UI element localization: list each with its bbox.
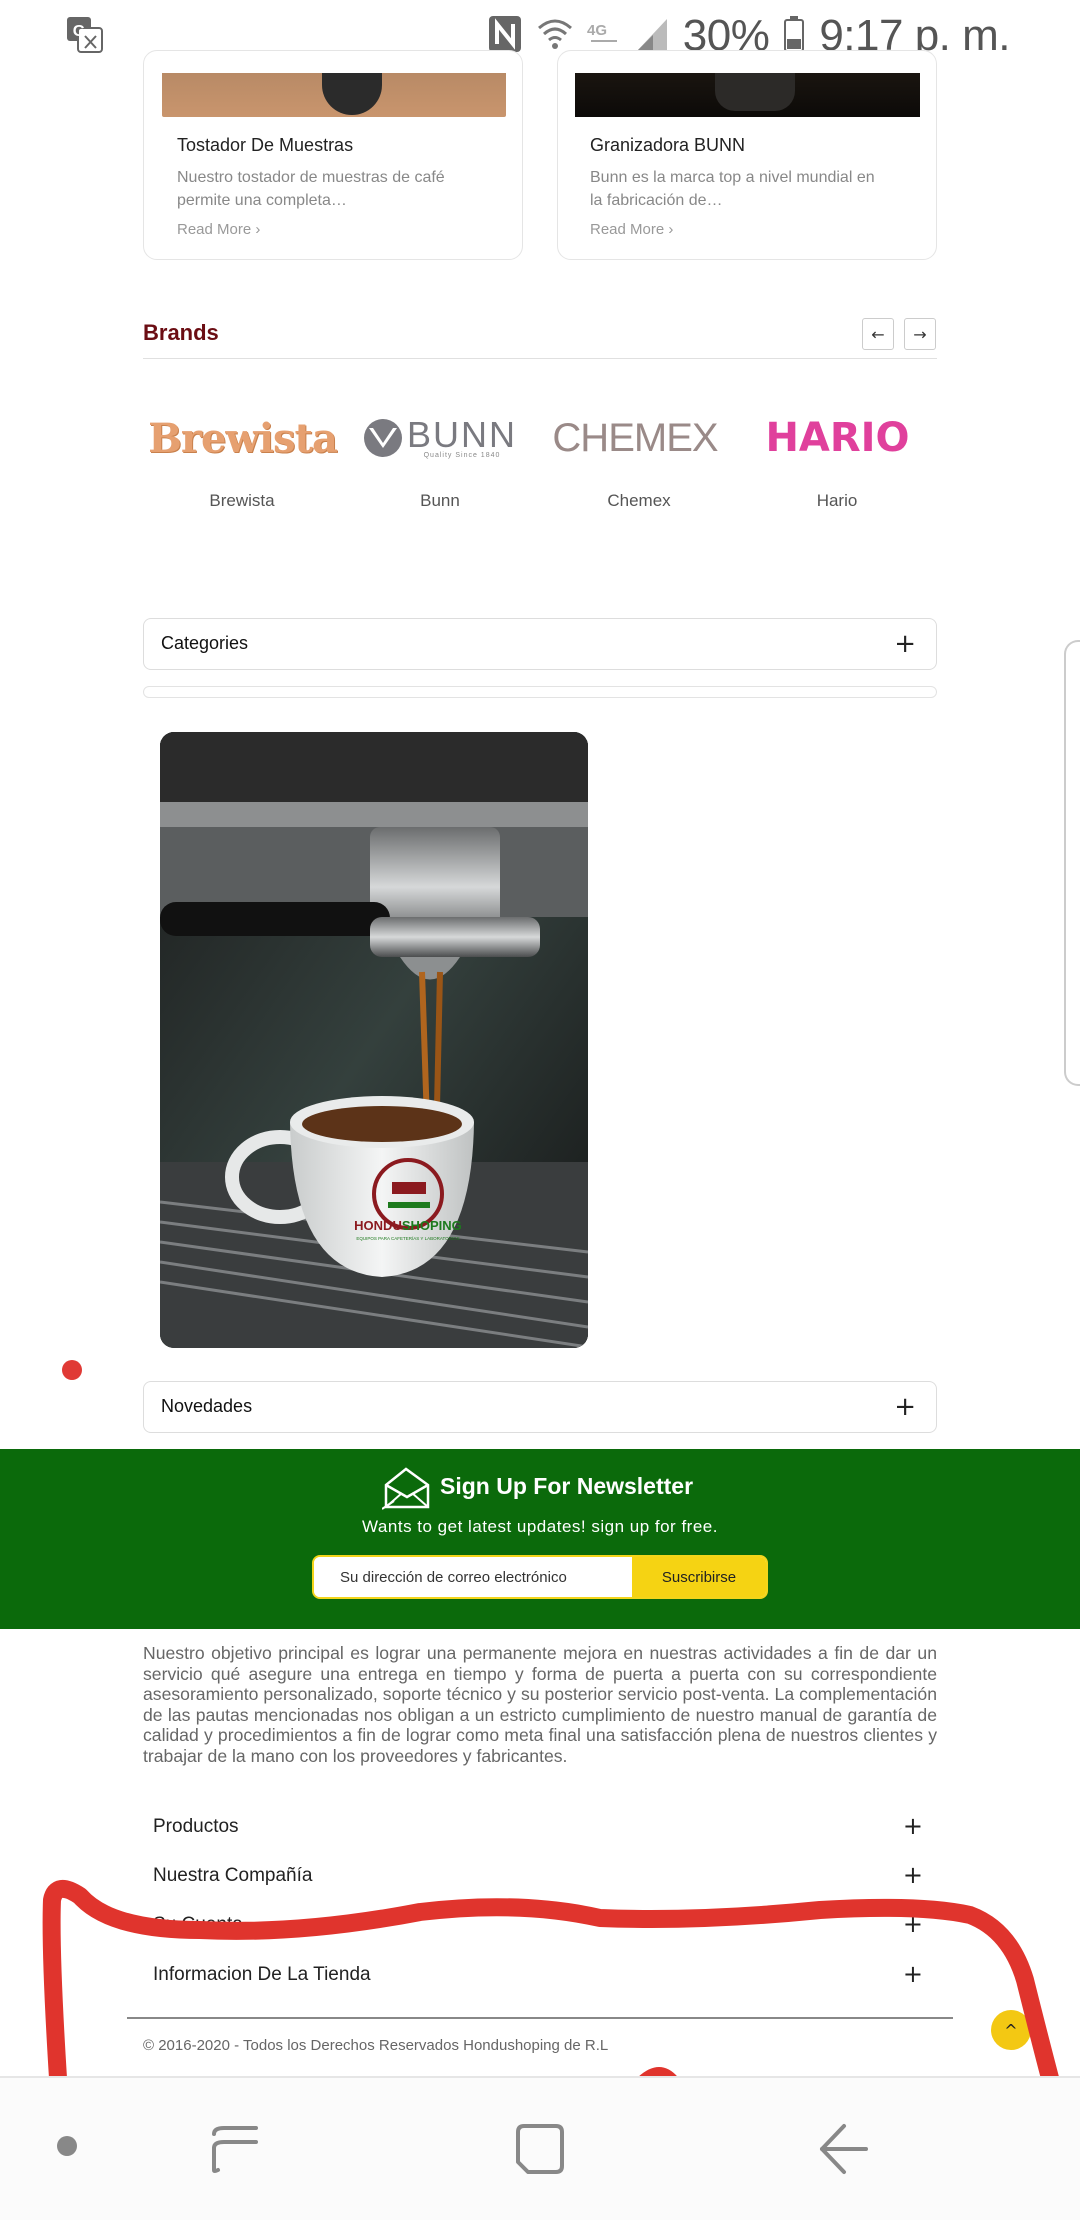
- newsletter-section: Sign Up For Newsletter Wants to get late…: [0, 1449, 1080, 1629]
- brand-logo-text: CHEMEX: [552, 415, 718, 460]
- newsletter-subtitle: Wants to get latest updates! sign up for…: [362, 1517, 718, 1536]
- brand-name[interactable]: Bunn: [355, 491, 525, 511]
- brand-name[interactable]: Chemex: [554, 491, 724, 511]
- espresso-machine-photo: HONDUSHOPING EQUIPOS PARA CAFETERÍAS Y L…: [160, 732, 588, 1348]
- newsletter-title: Sign Up For Newsletter: [440, 1473, 694, 1499]
- card-title[interactable]: Granizadora BUNN: [590, 135, 745, 156]
- home-icon[interactable]: [514, 2122, 566, 2180]
- edge-panel-handle[interactable]: [1064, 640, 1080, 1086]
- brand-logo-tagline: Quality Since 1840: [423, 451, 501, 459]
- brand-logo-chemex[interactable]: CHEMEX: [550, 408, 720, 468]
- recents-icon[interactable]: [210, 2124, 260, 2178]
- accordion-label: Categories: [161, 633, 249, 653]
- read-more-link[interactable]: Read More ›: [177, 221, 260, 238]
- lte-icon: 4G: [587, 19, 621, 54]
- card-description-line: la fabricación de…: [590, 192, 723, 209]
- nav-dot-icon[interactable]: [57, 2136, 77, 2156]
- brand-logo-text: HARIO: [765, 415, 910, 461]
- footer-item-label: Productos: [153, 1816, 239, 1837]
- svg-text:G: G: [73, 23, 85, 40]
- card-description: Bunn es la marca top a nivel mundial en …: [590, 166, 925, 212]
- read-more-link[interactable]: Read More ›: [590, 221, 673, 238]
- subscribe-button[interactable]: Suscribirse: [632, 1557, 766, 1597]
- red-annotation-scribble: [42, 1880, 1059, 2087]
- translate-icon: G: [66, 16, 104, 54]
- back-icon[interactable]: [816, 2122, 872, 2180]
- card-description-line: Nuestro tostador de muestras de café: [177, 169, 445, 186]
- envelope-icon: [381, 1465, 432, 1515]
- footer-item-productos[interactable]: Productos +: [153, 1810, 933, 1850]
- plus-icon[interactable]: +: [894, 629, 916, 659]
- article-card[interactable]: Granizadora BUNN Bunn es la marca top a …: [557, 50, 937, 260]
- card-description-line: permite una completa…: [177, 192, 347, 209]
- email-input[interactable]: [314, 1557, 634, 1597]
- brands-next-button[interactable]: →: [904, 318, 936, 350]
- brand-name[interactable]: Brewista: [157, 491, 327, 511]
- brands-heading: Brands: [143, 320, 219, 345]
- card-image: [162, 73, 506, 117]
- divider: [143, 686, 937, 698]
- svg-text:HONDUSHOPING: HONDUSHOPING: [354, 1218, 462, 1233]
- svg-text:4G: 4G: [587, 22, 607, 39]
- brand-name[interactable]: Hario: [752, 491, 922, 511]
- divider: [143, 358, 937, 359]
- bunn-logo-mark: [363, 419, 402, 457]
- brand-logo-text: BUNN: [406, 413, 517, 455]
- novedades-accordion[interactable]: Novedades +: [143, 1381, 937, 1433]
- brand-logo-hario[interactable]: HARIO: [750, 408, 925, 468]
- newsletter-form: Suscribirse: [312, 1555, 768, 1599]
- categories-accordion[interactable]: Categories +: [143, 618, 937, 670]
- about-text: Nuestro objetivo principal es lograr una…: [143, 1643, 937, 1766]
- card-description-line: Bunn es la marca top a nivel mundial en: [590, 169, 875, 186]
- card-description: Nuestro tostador de muestras de café per…: [177, 166, 507, 212]
- plus-icon[interactable]: +: [894, 1392, 916, 1422]
- brand-logo-bunn[interactable]: BUNN Quality Since 1840: [355, 408, 525, 468]
- article-card[interactable]: Tostador De Muestras Nuestro tostador de…: [143, 50, 523, 260]
- card-title[interactable]: Tostador De Muestras: [177, 135, 353, 156]
- banner-image[interactable]: HONDUSHOPING EQUIPOS PARA CAFETERÍAS Y L…: [160, 732, 588, 1348]
- system-nav-bar: [0, 2076, 1080, 2220]
- brands-prev-button[interactable]: ←: [862, 318, 894, 350]
- accordion-label: Novedades: [161, 1396, 253, 1416]
- brand-logo-text: Brewista: [148, 414, 338, 462]
- plus-icon[interactable]: +: [903, 1812, 923, 1840]
- brand-logo-brewista[interactable]: Brewista: [148, 408, 338, 468]
- svg-text:EQUIPOS PARA CAFETERÍAS Y LABO: EQUIPOS PARA CAFETERÍAS Y LABORATORIOS: [356, 1235, 459, 1241]
- card-image: [575, 73, 920, 117]
- notification-dot: [62, 1360, 82, 1380]
